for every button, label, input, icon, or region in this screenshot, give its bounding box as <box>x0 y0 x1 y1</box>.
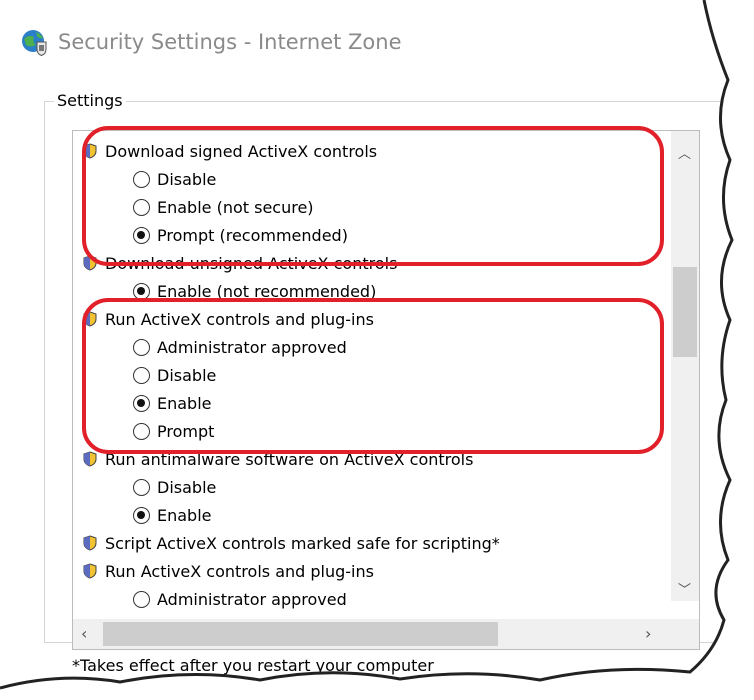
globe-shield-icon <box>22 30 47 56</box>
chevron-right-icon[interactable]: › <box>645 624 651 643</box>
setting-label: Run ActiveX controls and plug-ins <box>105 309 374 329</box>
title-bar: Security Settings - Internet Zone <box>20 22 402 62</box>
background-window-edge <box>736 298 754 543</box>
radio-option[interactable]: Disable <box>73 361 216 389</box>
radio-label: Disable <box>157 169 217 189</box>
radio-option[interactable]: Administrator approved <box>73 333 347 361</box>
setting-label: Run antimalware software on ActiveX cont… <box>105 449 474 469</box>
radio-button[interactable] <box>133 366 150 384</box>
chevron-up-icon[interactable]: ︿ <box>678 143 691 162</box>
radio-option[interactable]: Administrator approved <box>73 585 347 613</box>
radio-option[interactable]: Enable <box>73 501 212 529</box>
shield-icon <box>83 255 97 271</box>
radio-button[interactable] <box>133 170 150 188</box>
radio-label: Disable <box>157 477 217 497</box>
setting-header: Download signed ActiveX controls <box>73 137 377 165</box>
vertical-scroll-thumb[interactable] <box>673 267 697 357</box>
chevron-down-icon[interactable]: ﹀ <box>678 579 691 598</box>
dialog-title: Security Settings - Internet Zone <box>58 30 402 54</box>
chevron-left-icon[interactable]: ‹ <box>81 624 87 643</box>
radio-label: Prompt (recommended) <box>157 225 348 245</box>
radio-button[interactable] <box>133 226 150 244</box>
radio-option[interactable]: Disable <box>73 473 216 501</box>
vertical-scrollbar[interactable]: ︿ ﹀ <box>671 131 699 601</box>
setting-header: Download unsigned ActiveX controls <box>73 249 397 277</box>
setting-header: Run ActiveX controls and plug-ins <box>73 305 374 333</box>
radio-button[interactable] <box>133 478 150 496</box>
radio-option[interactable]: Enable <box>73 389 212 417</box>
horizontal-scroll-thumb[interactable] <box>103 622 498 646</box>
radio-button[interactable] <box>133 590 150 608</box>
setting-label: Run ActiveX controls and plug-ins <box>105 561 374 581</box>
settings-group-label: Settings <box>54 91 126 110</box>
radio-option[interactable]: Prompt (recommended) <box>73 221 348 249</box>
shield-icon <box>83 143 97 159</box>
radio-button[interactable] <box>133 198 150 216</box>
radio-option[interactable]: Enable (not secure) <box>73 193 314 221</box>
shield-icon <box>83 535 97 551</box>
setting-label: Download signed ActiveX controls <box>105 141 378 161</box>
restart-footnote: *Takes effect after you restart your com… <box>72 656 434 675</box>
radio-button[interactable] <box>133 422 150 440</box>
shield-icon <box>83 311 97 327</box>
setting-header: Run antimalware software on ActiveX cont… <box>73 445 473 473</box>
radio-button[interactable] <box>133 338 150 356</box>
shield-icon <box>83 563 97 579</box>
radio-option[interactable]: Prompt <box>73 417 214 445</box>
radio-label: Enable <box>157 393 212 413</box>
radio-button[interactable] <box>133 394 150 412</box>
settings-tree-list[interactable]: Download signed ActiveX controls Disable E… <box>72 130 700 650</box>
radio-option[interactable]: Disable <box>73 165 216 193</box>
radio-button[interactable] <box>133 282 150 300</box>
horizontal-scrollbar[interactable]: ‹ › <box>73 619 699 649</box>
setting-label: Download unsigned ActiveX controls <box>105 253 398 273</box>
radio-label: Administrator approved <box>157 337 347 357</box>
radio-label: Disable <box>157 365 217 385</box>
shield-icon <box>83 451 97 467</box>
radio-label: Enable <box>157 505 212 525</box>
radio-option[interactable]: Enable (not recommended) <box>73 277 376 305</box>
setting-header: Run ActiveX controls and plug-ins <box>73 557 374 585</box>
setting-label: Script ActiveX controls marked safe for … <box>105 533 500 553</box>
radio-label: Enable (not recommended) <box>157 281 377 301</box>
radio-label: Prompt <box>157 421 215 441</box>
radio-button[interactable] <box>133 506 150 524</box>
radio-label: Enable (not secure) <box>157 197 314 217</box>
setting-header: Script ActiveX controls marked safe for … <box>73 529 500 557</box>
radio-label: Administrator approved <box>157 589 347 609</box>
